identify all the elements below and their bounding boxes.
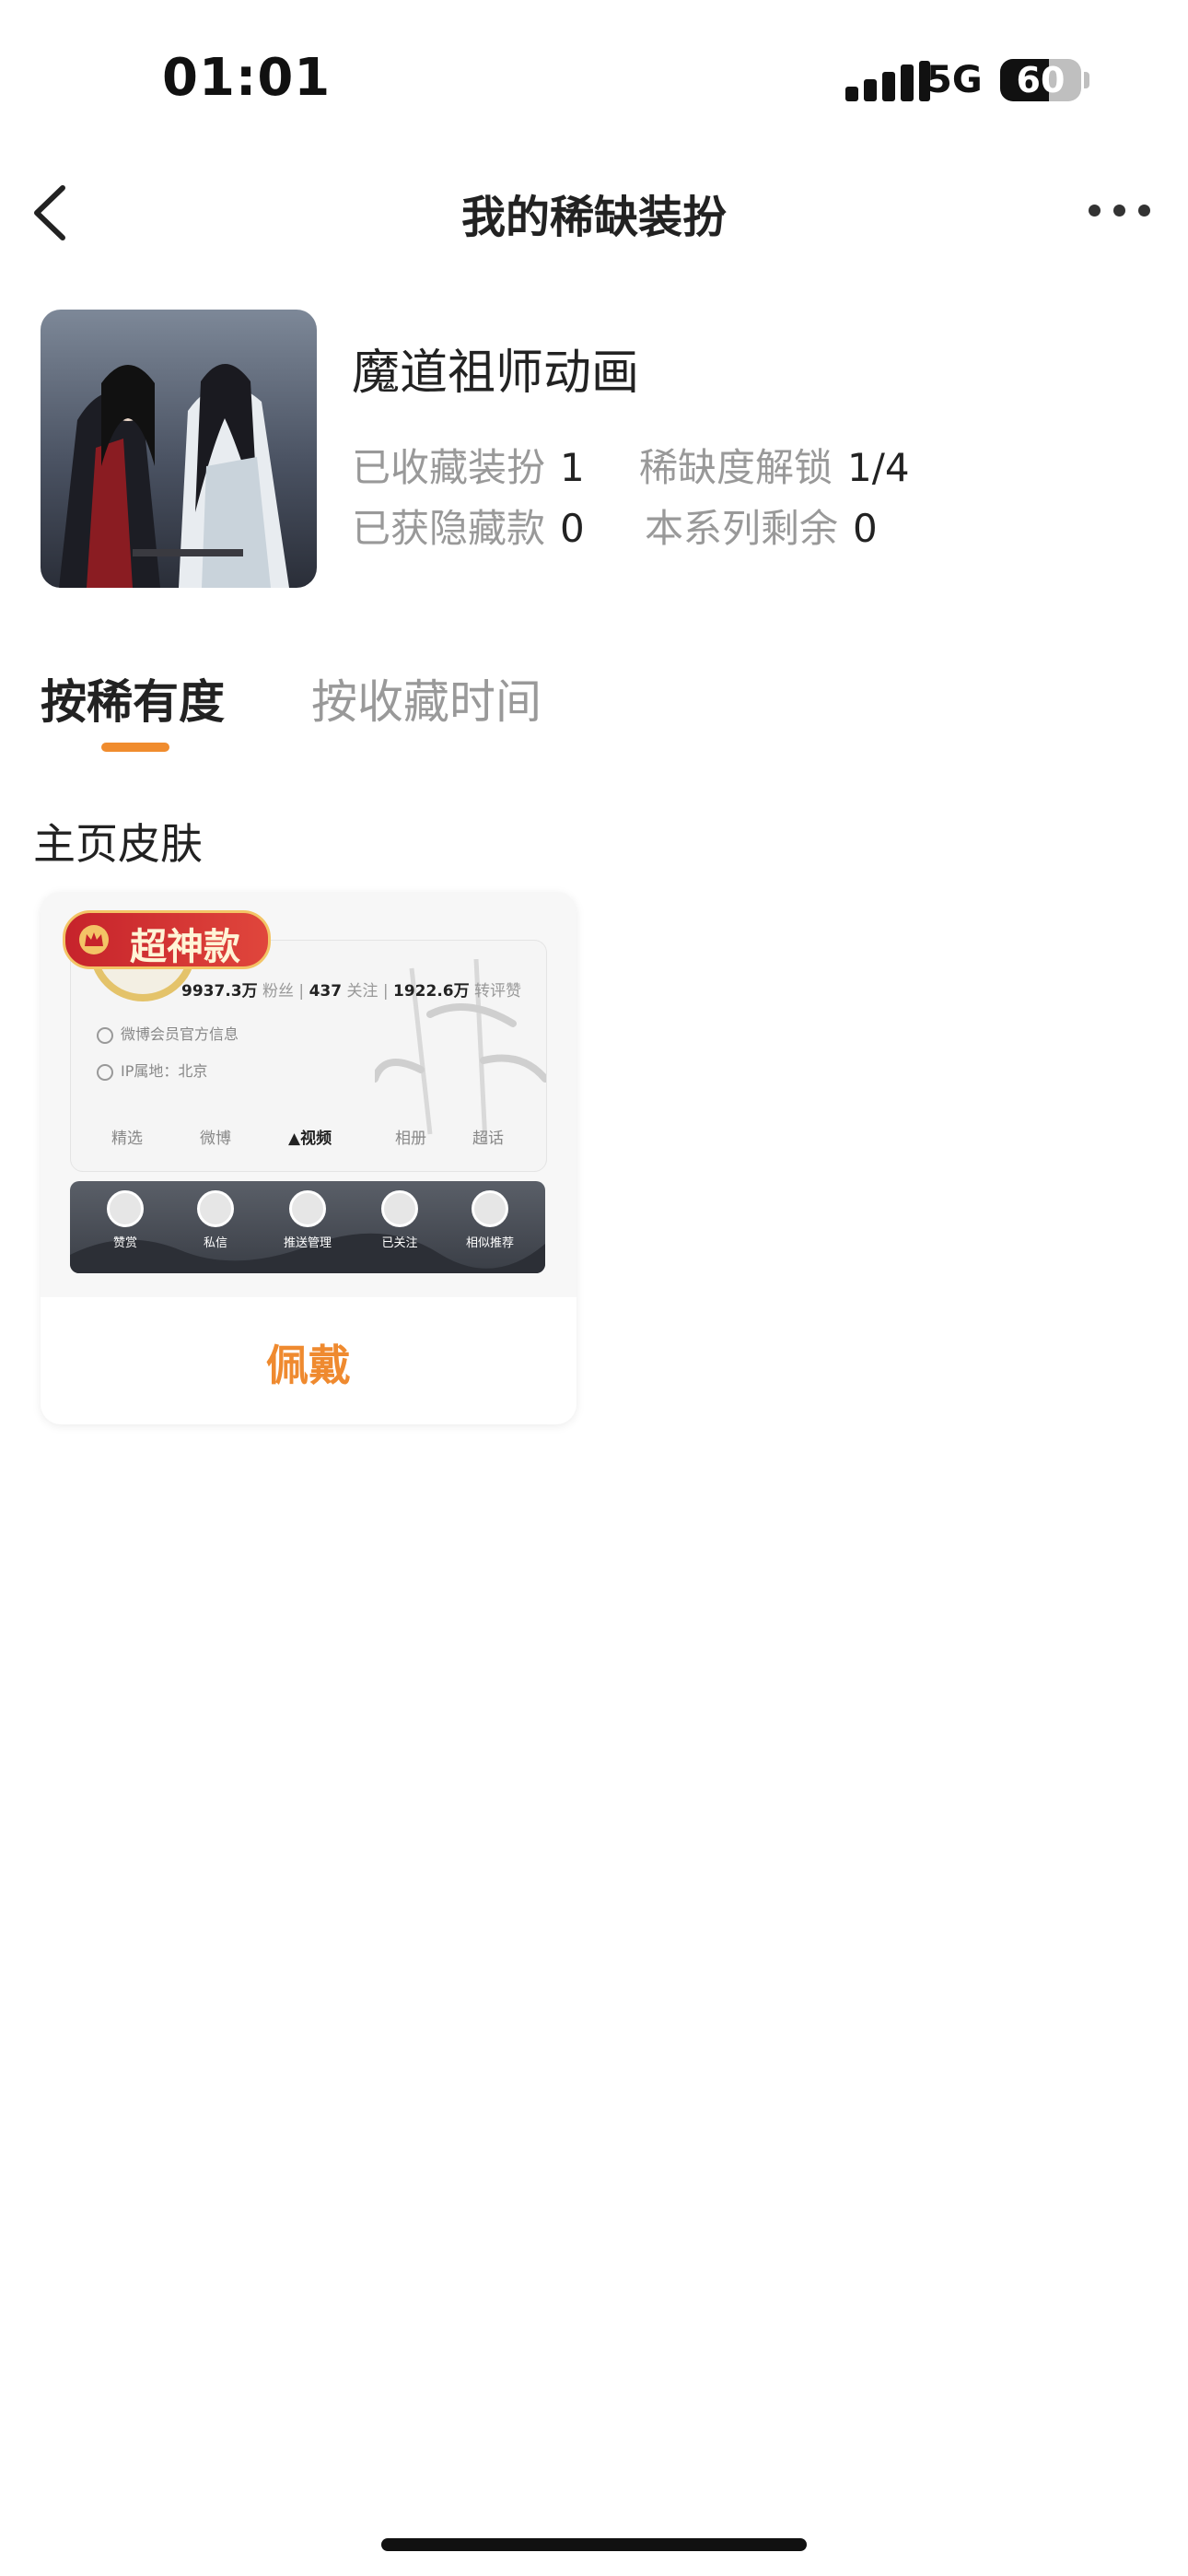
stat-label: 已获隐藏款	[352, 506, 546, 551]
tip-icon	[107, 1190, 144, 1227]
stat-value: 1/4	[847, 445, 910, 490]
stat-label: 稀缺度解锁	[639, 445, 833, 490]
recommend-icon	[472, 1190, 508, 1227]
page-title: 我的稀缺装扮	[460, 192, 727, 243]
preview-tab: 相册	[395, 1130, 426, 1148]
stat-value: 0	[853, 506, 878, 551]
series-name: 魔道祖师动画	[352, 345, 640, 401]
action-similar: 相似推荐	[444, 1190, 536, 1250]
tab-by-rarity[interactable]: 按稀有度	[41, 665, 225, 732]
preview-tab-active: ▲视频	[288, 1130, 332, 1148]
stat-value: 1	[560, 445, 585, 490]
mountain-icon: ▲	[288, 1130, 301, 1148]
action-tip: 赞赏	[79, 1190, 171, 1250]
verified-text: 微博会员官方信息	[121, 1025, 239, 1043]
wear-button[interactable]: 佩戴	[41, 1332, 577, 1393]
status-time: 01:01	[162, 48, 332, 108]
skin-preview: 9937.3万 粉丝 | 437 关注 | 1922.6万 转评赞 微博会员官方…	[70, 940, 547, 1172]
active-tab-indicator	[101, 743, 169, 752]
card-footer: 佩戴	[41, 1297, 577, 1424]
stat-series-remaining: 本系列剩余 0	[645, 498, 878, 554]
ip-text: IP属地：北京	[121, 1062, 208, 1080]
rarity-badge: 超神款	[63, 910, 271, 969]
fans-value: 9937.3万	[181, 982, 258, 1001]
action-message: 私信	[169, 1190, 262, 1250]
preview-tab: 精选	[111, 1130, 143, 1148]
reposts-value: 1922.6万	[393, 982, 470, 1001]
shield-icon	[97, 1026, 113, 1044]
ip-line: IP属地：北京	[97, 1059, 207, 1081]
battery-icon: 60	[1000, 59, 1081, 101]
stat-collected: 已收藏装扮 1	[352, 437, 585, 493]
stat-hidden-obtained: 已获隐藏款 0	[352, 498, 585, 554]
preview-tab: 超话	[472, 1130, 504, 1148]
check-icon	[381, 1190, 418, 1227]
network-type: 5G	[926, 59, 983, 101]
fans-label: 粉丝	[262, 982, 295, 1001]
skin-card[interactable]: 9937.3万 粉丝 | 437 关注 | 1922.6万 转评赞 微博会员官方…	[41, 892, 577, 1424]
action-push-settings: 推送管理	[262, 1190, 354, 1250]
battery-level: 60	[1016, 60, 1066, 100]
reposts-label: 转评赞	[474, 982, 522, 1001]
profile-stats: 9937.3万 粉丝 | 437 关注 | 1922.6万 转评赞	[181, 982, 522, 1001]
series-cover-image	[41, 310, 317, 588]
preview-tab: 微博	[200, 1130, 231, 1148]
location-icon	[97, 1063, 113, 1081]
stat-label: 本系列剩余	[645, 506, 839, 551]
crown-icon	[79, 925, 109, 954]
badge-label: 超神款	[130, 926, 240, 968]
verified-line: 微博会员官方信息	[97, 1022, 239, 1044]
stat-rarity-unlock: 稀缺度解锁 1/4	[639, 437, 910, 493]
tab-by-collect-time[interactable]: 按收藏时间	[311, 665, 542, 732]
following-value: 437	[309, 982, 343, 1001]
message-icon	[197, 1190, 234, 1227]
preview-action-bar: 赞赏 私信 推送管理 已关注 相似推荐	[70, 1181, 545, 1273]
following-label: 关注	[346, 982, 379, 1001]
section-title: 主页皮肤	[33, 819, 203, 869]
action-following: 已关注	[354, 1190, 446, 1250]
home-indicator[interactable]	[381, 2538, 807, 2551]
battery-cap	[1084, 72, 1089, 88]
stat-label: 已收藏装扮	[352, 445, 546, 490]
cellular-signal-icon	[845, 61, 932, 101]
more-options-button[interactable]	[1083, 188, 1157, 228]
stat-value: 0	[560, 506, 585, 551]
bell-icon	[289, 1190, 326, 1227]
